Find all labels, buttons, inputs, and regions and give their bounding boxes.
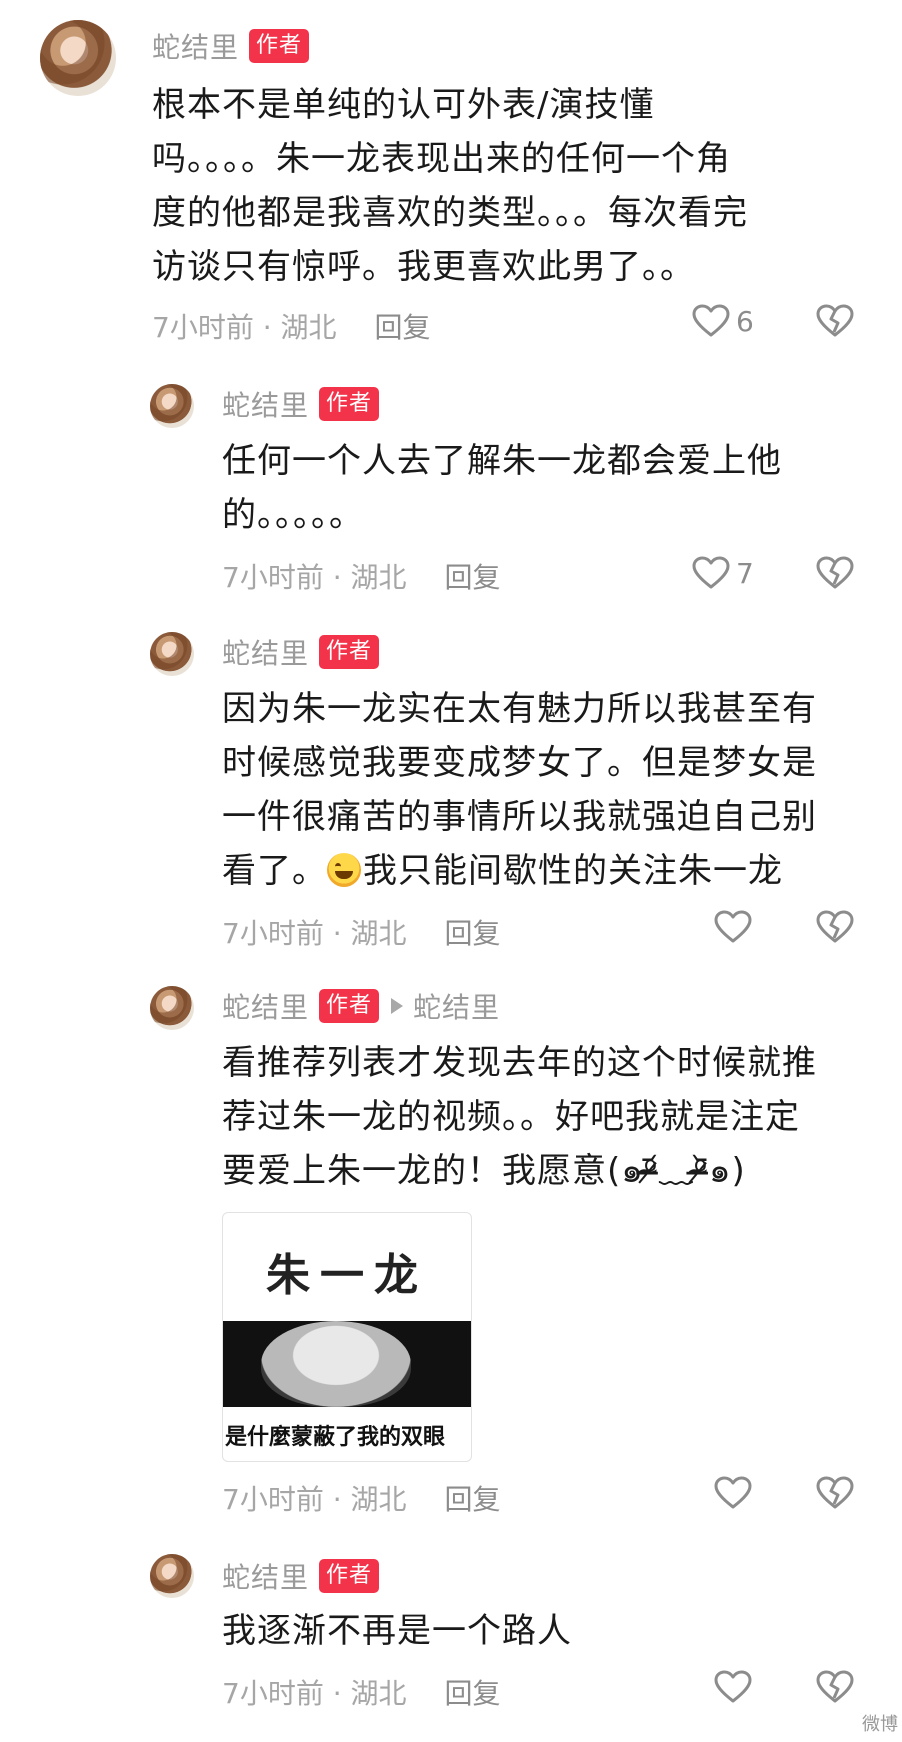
comment-meta: 7小时前 · 湖北 回复: [222, 1672, 501, 1712]
heart-outline-icon: [714, 910, 752, 944]
reply-target-name[interactable]: 蛇结里: [413, 986, 500, 1026]
like-button[interactable]: 6: [692, 304, 754, 338]
comment-meta: 7小时前 · 湖北 回复: [222, 556, 501, 596]
author-name[interactable]: 蛇结里: [222, 986, 309, 1026]
heart-outline-icon: [692, 304, 730, 338]
comment-line: 看了。 我只能间歇性的关注朱一龙: [222, 844, 892, 898]
watermark: 微博: [862, 1714, 898, 1735]
laugh-cry-emoji-icon: [327, 853, 361, 887]
comment-text: 因为朱一龙实在太有魅力所以我甚至有 时候感觉我要变成梦女了。但是梦女是 一件很痛…: [222, 682, 892, 898]
comment-line: 根本不是单纯的认可外表/演技懂: [152, 85, 655, 125]
comment-text: 根本不是单纯的认可外表/演技懂 吗。。。。朱一龙表现出来的任何一个角 度的他都是…: [152, 78, 872, 294]
like-button[interactable]: [714, 910, 758, 944]
reply-button[interactable]: 回复: [445, 912, 501, 952]
dislike-button[interactable]: [816, 304, 854, 342]
comment-line: 看推荐列表才发现去年的这个时候就推: [222, 1043, 817, 1083]
comment-header: 蛇结里 作者: [222, 632, 380, 672]
author-badge: 作者: [249, 29, 310, 63]
comment-meta: 7小时前 · 湖北 回复: [222, 1478, 501, 1518]
time-location: 7小时前 · 湖北: [222, 917, 407, 950]
comment-text: 看推荐列表才发现去年的这个时候就推 荐过朱一龙的视频。。好吧我就是注定 要爱上朱…: [222, 1036, 892, 1198]
comment-meta: 7小时前 · 湖北 回复: [222, 912, 501, 952]
author-name[interactable]: 蛇结里: [222, 632, 309, 672]
comment-line: 因为朱一龙实在太有魅力所以我甚至有: [222, 689, 817, 729]
avatar[interactable]: [150, 1554, 194, 1598]
author-badge: 作者: [319, 1559, 380, 1593]
like-count: 7: [736, 556, 754, 590]
reply-arrow-icon: [391, 998, 404, 1014]
reply-button[interactable]: 回复: [445, 556, 501, 596]
comment-header: 蛇结里 作者 蛇结里: [222, 986, 500, 1026]
comment-line: 我逐渐不再是一个路人: [222, 1611, 572, 1651]
comment-header: 蛇结里 作者: [222, 384, 380, 424]
like-button[interactable]: [714, 1476, 758, 1510]
comment-line: 要爱上朱一龙的！我愿意(๑ᵒ̴̶̷᷄﹏ᵒ̴̶̷᷅๑): [222, 1151, 746, 1191]
broken-heart-icon: [816, 556, 854, 594]
comment-header: 蛇结里 作者: [222, 1556, 380, 1596]
dislike-button[interactable]: [816, 556, 854, 594]
reply-button[interactable]: 回复: [445, 1478, 501, 1518]
reply-button[interactable]: 回复: [445, 1672, 501, 1712]
reply-button[interactable]: 回复: [375, 306, 431, 346]
author-badge: 作者: [319, 635, 380, 669]
comment-text: 我逐渐不再是一个路人: [222, 1604, 882, 1658]
dislike-button[interactable]: [816, 910, 854, 948]
avatar[interactable]: [150, 384, 194, 428]
like-count: 6: [736, 304, 754, 338]
time-location: 7小时前 · 湖北: [222, 561, 407, 594]
author-name[interactable]: 蛇结里: [222, 384, 309, 424]
author-badge: 作者: [319, 989, 380, 1023]
comment-text-segment: 我只能间歇性的关注朱一龙: [363, 851, 783, 891]
broken-heart-icon: [816, 910, 854, 948]
like-button[interactable]: 7: [692, 556, 754, 590]
meme-title: 朱一龙: [266, 1250, 428, 1301]
comment-line: 一件很痛苦的事情所以我就强迫自己别: [222, 797, 817, 837]
dislike-button[interactable]: [816, 1670, 854, 1708]
comment-header: 蛇结里 作者: [152, 26, 310, 66]
dislike-button[interactable]: [816, 1476, 854, 1514]
avatar[interactable]: [150, 632, 194, 676]
comment-meta: 7小时前 · 湖北 回复: [152, 306, 431, 346]
meme-image[interactable]: 朱一龙 是什麼蒙蔽了我的双眼: [222, 1212, 472, 1462]
meme-face: [223, 1321, 471, 1407]
comment-line: 吗。。。。朱一龙表现出来的任何一个角: [152, 139, 731, 179]
comment-text: 任何一个人去了解朱一龙都会爱上他 的。。。。。: [222, 434, 882, 542]
author-name[interactable]: 蛇结里: [152, 26, 239, 66]
time-location: 7小时前 · 湖北: [222, 1483, 407, 1516]
comment-text-segment: 看了。: [222, 851, 327, 891]
broken-heart-icon: [816, 1476, 854, 1514]
broken-heart-icon: [816, 1670, 854, 1708]
avatar[interactable]: [150, 986, 194, 1030]
author-name[interactable]: 蛇结里: [222, 1556, 309, 1596]
heart-outline-icon: [714, 1670, 752, 1704]
broken-heart-icon: [816, 304, 854, 342]
comment-line: 荐过朱一龙的视频。。好吧我就是注定: [222, 1097, 800, 1137]
author-badge: 作者: [319, 387, 380, 421]
meme-caption: 是什麼蒙蔽了我的双眼: [225, 1425, 446, 1450]
time-location: 7小时前 · 湖北: [152, 311, 337, 344]
like-button[interactable]: [714, 1670, 758, 1704]
heart-outline-icon: [692, 556, 730, 590]
heart-outline-icon: [714, 1476, 752, 1510]
time-location: 7小时前 · 湖北: [222, 1677, 407, 1710]
comment-line: 度的他都是我喜欢的类型。。。每次看完: [152, 193, 748, 233]
comment-line: 访谈只有惊呼。我更喜欢此男了。。: [152, 247, 695, 287]
comment-line: 时候感觉我要变成梦女了。但是梦女是: [222, 743, 817, 783]
comment-line: 的。。。。。: [222, 495, 364, 535]
avatar[interactable]: [40, 20, 116, 96]
comment-line: 任何一个人去了解朱一龙都会爱上他: [222, 441, 782, 481]
